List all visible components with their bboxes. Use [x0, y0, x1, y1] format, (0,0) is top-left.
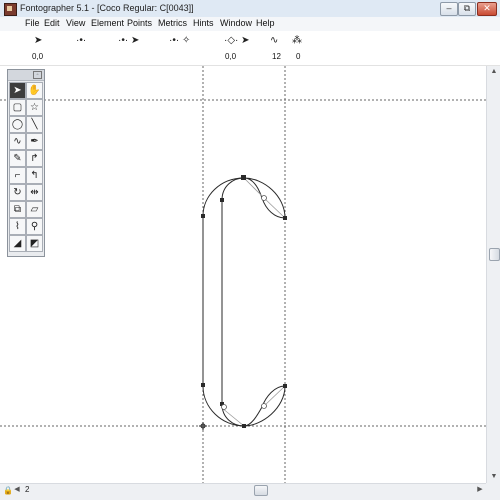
horizontal-scrollbar[interactable]: 🔒 2 ◀ ▶	[0, 483, 486, 497]
point-icon: ·•·	[76, 35, 87, 46]
point-left-lower[interactable]	[201, 383, 205, 387]
freehand-tool[interactable]: ∿	[9, 133, 26, 150]
menu-file[interactable]: File	[25, 18, 40, 28]
scroll-left-icon[interactable]: ◀	[12, 484, 22, 496]
glyph-outline-drawing	[0, 66, 486, 483]
glyph-contour[interactable]	[202, 177, 286, 427]
point-top[interactable]	[241, 175, 246, 180]
ellipse-tool[interactable]: ◯	[9, 116, 26, 133]
rotate-tool[interactable]: ↻	[9, 184, 26, 201]
page-number: 2	[25, 485, 30, 494]
close-button[interactable]: ✕	[477, 2, 497, 16]
calligraphy-pen-tool[interactable]: ✒	[26, 133, 43, 150]
corner-point-tool[interactable]: ⌐	[9, 167, 26, 184]
zoom-tool[interactable]: ⚲	[26, 218, 43, 235]
app-icon	[4, 3, 17, 16]
menu-points[interactable]: Points	[127, 18, 152, 28]
menu-element[interactable]: Element	[91, 18, 124, 28]
tangent-point-tool[interactable]: ↰	[26, 167, 43, 184]
outline-value: 0	[296, 52, 301, 61]
point-left-upper[interactable]	[201, 214, 205, 218]
knife-tool[interactable]: ⌇	[9, 218, 26, 235]
pointer-tool[interactable]: ➤	[9, 82, 26, 99]
curve-value: 12	[272, 52, 281, 61]
scale-tool[interactable]: ⧉	[9, 201, 26, 218]
point-right-lower[interactable]	[283, 384, 287, 388]
point-right-upper[interactable]	[283, 216, 287, 220]
palette-header[interactable]: ▫	[8, 70, 44, 81]
pen-tool[interactable]: ✎	[9, 150, 26, 167]
selection-offset-icon: ·◇· ➤	[224, 35, 250, 46]
minimize-button[interactable]: –	[440, 2, 458, 16]
scroll-down-icon[interactable]: ▼	[487, 471, 500, 483]
curve-icon: ∿	[270, 35, 279, 46]
tools-palette: ▫ ➤ ✋ ▢ ☆ ◯ ╲ ∿ ✒ ✎ ↱ ⌐ ↰ ↻ ⇹ ⧉ ▱ ⌇ ⚲ ◢ ◩	[7, 69, 45, 257]
reflect-tool[interactable]: ⇹	[26, 184, 43, 201]
control-points[interactable]	[221, 195, 267, 410]
curve-point-tool[interactable]: ↱	[26, 150, 43, 167]
window-title: Fontographer 5.1 - [Coco Regular: C[0043…	[20, 3, 194, 13]
menu-help[interactable]: Help	[256, 18, 275, 28]
point-move-icon: ·•· ➤	[118, 35, 140, 46]
star-tool[interactable]: ☆	[26, 99, 43, 116]
skew-tool[interactable]: ▱	[26, 201, 43, 218]
vertical-scrollbar[interactable]: ▲ ▼	[486, 66, 500, 483]
scroll-right-icon[interactable]: ▶	[474, 484, 486, 496]
horizontal-scroll-thumb[interactable]	[254, 485, 268, 496]
control-point[interactable]	[261, 195, 267, 201]
point-bottom[interactable]	[242, 424, 246, 428]
status-bar	[0, 496, 500, 500]
measure-tool[interactable]: ◢	[9, 235, 26, 252]
line-tool[interactable]: ╲	[26, 116, 43, 133]
scroll-up-icon[interactable]: ▲	[487, 66, 500, 78]
control-point[interactable]	[261, 403, 267, 409]
rectangle-tool[interactable]: ▢	[9, 99, 26, 116]
glyph-canvas[interactable]	[0, 66, 486, 483]
menu-metrics[interactable]: Metrics	[158, 18, 187, 28]
menu-view[interactable]: View	[66, 18, 85, 28]
origin-marker	[199, 422, 207, 430]
selection-coords: 0,0	[225, 52, 237, 61]
menu-edit[interactable]: Edit	[44, 18, 60, 28]
point-inner-upper[interactable]	[220, 198, 224, 202]
menu-window[interactable]: Window	[220, 18, 252, 28]
title-bar: Fontographer 5.1 - [Coco Regular: C[0043…	[0, 0, 500, 18]
pointer-coords: 0,0	[32, 52, 44, 61]
info-toolbar: ➤ 0,0 ·•· ·•· ➤ ·•· ✧ ·◇· ➤ 0,0 ∿ 12 ⁂ 0	[0, 31, 500, 66]
restore-button[interactable]: ⧉	[458, 2, 476, 16]
perspective-tool[interactable]: ◩	[26, 235, 43, 252]
palette-close-icon[interactable]: ▫	[33, 71, 42, 79]
outline-icon: ⁂	[292, 35, 302, 46]
control-point[interactable]	[221, 404, 227, 410]
glyph-inner-stem[interactable]	[221, 177, 245, 427]
menu-bar: File Edit View Element Points Metrics Hi…	[0, 17, 500, 32]
vertical-scroll-thumb[interactable]	[489, 248, 500, 261]
hand-tool[interactable]: ✋	[26, 82, 43, 99]
point-add-icon: ·•· ✧	[169, 35, 191, 46]
menu-hints[interactable]: Hints	[193, 18, 214, 28]
pointer-position-icon: ➤	[34, 35, 43, 46]
